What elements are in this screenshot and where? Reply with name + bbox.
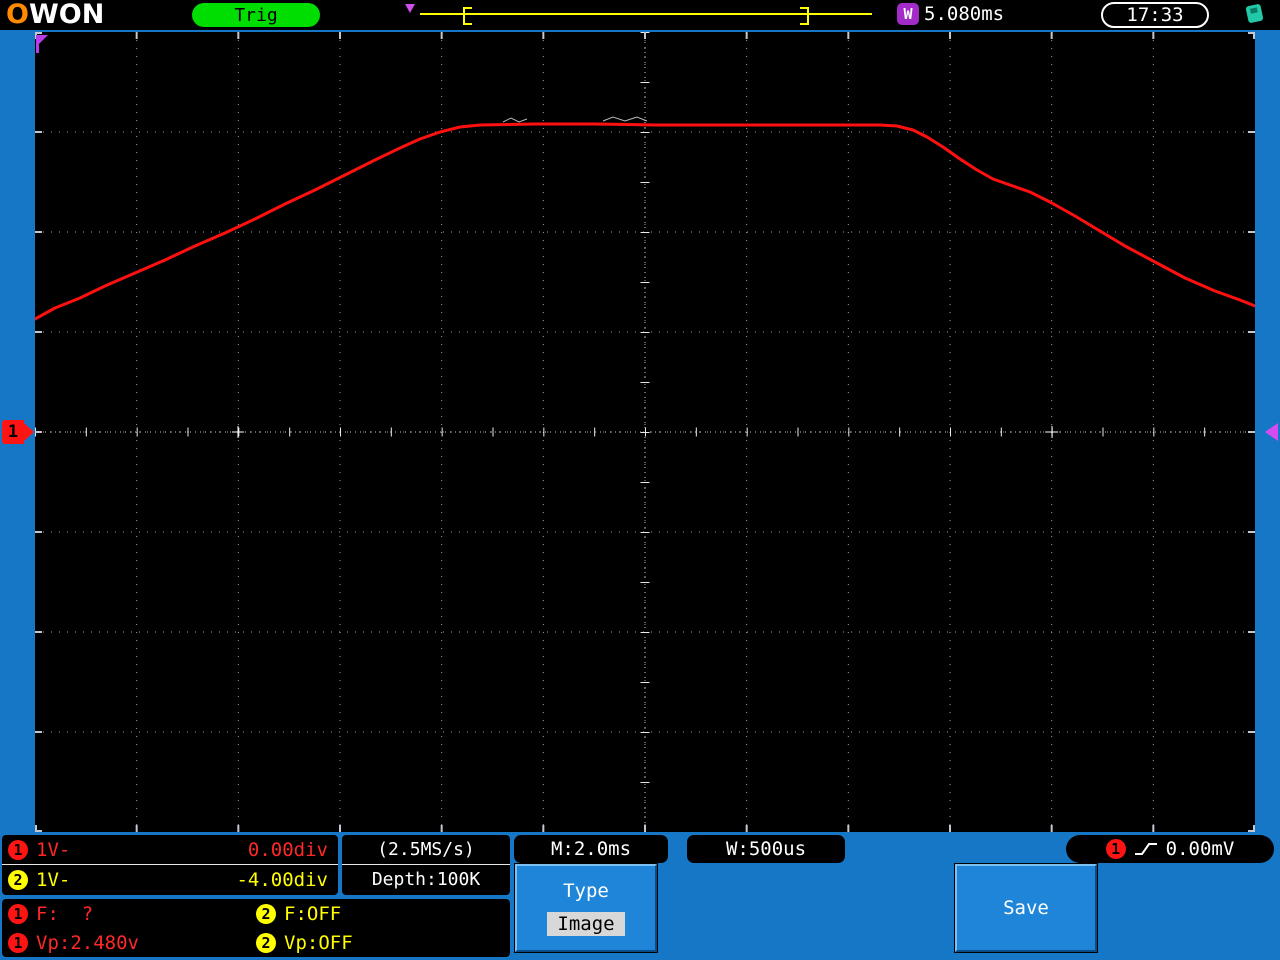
ch2-frequency-value: F:OFF [284,902,342,925]
window-timebase-icon: W [897,3,919,25]
trigger-level-value: 0.00mV [1165,838,1235,860]
trigger-settings-readout: 1 0.00mV [1066,835,1274,863]
save-button[interactable]: Save [955,864,1097,952]
ch2-badge: 2 [8,869,28,890]
waveform-display-area [33,32,1257,832]
horizontal-position-value: 5.080ms [924,3,1005,25]
ch1-frequency-measurement: 1 F: ? [8,899,256,928]
ch1-settings-row: 1 1V- 0.00div [2,835,338,865]
rising-edge-icon [1134,843,1157,855]
ch1-badge: 1 [8,839,28,860]
trigger-level-marker-icon [1265,423,1278,441]
type-button[interactable]: Type Image [515,864,657,952]
graticule-svg [33,32,1257,832]
trigger-position-marker-icon [405,4,415,13]
acquisition-panel: (2.5MS/s) Depth:100K [342,835,510,895]
ch1-marker-number: 1 [7,422,19,442]
window-bracket-left-icon [463,7,472,25]
ch2-settings-row: 2 1V- -4.00div [2,865,338,894]
trigger-source-badge: 1 [1105,839,1126,859]
owon-logo: OWON [6,0,104,30]
logo-letters-won: WON [28,0,105,30]
ch2-position: -4.00div [236,868,328,891]
logo-letter-o: O [6,0,29,30]
ch1-vpp-measurement: 1 Vp:2.480v [8,928,256,957]
clock: 17:33 [1101,2,1209,28]
ch1-measure-badge: 1 [8,903,28,924]
horizontal-position-readout: W 5.080ms [897,3,1004,25]
ch2-measure-badge: 2 [256,903,276,924]
channel-settings-panel: 1 1V- 0.00div 2 1V- -4.00div [2,835,338,895]
trig-status-pill: Trig [192,3,320,27]
ch1-ground-level-marker: 1 [2,420,34,444]
ch2-vpp-value: Vp:OFF [284,931,353,954]
ch2-frequency-measurement: 2 F:OFF [256,899,504,928]
type-button-value: Image [547,912,625,936]
ch1-scale: 1V- [36,838,71,861]
ch1-vpp-value: Vp:2.480v [36,931,139,954]
ch1-vpp-badge: 1 [8,932,28,953]
window-bracket-right-icon [800,7,809,25]
ch1-frequency-value: F: ? [36,902,94,925]
ch2-scale: 1V- [36,868,71,891]
ch1-position: 0.00div [247,838,328,861]
window-timebase-readout: W:500us [687,835,845,863]
type-button-label: Type [563,880,609,902]
record-depth: Depth:100K [371,869,481,890]
trigger-offscreen-marker-icon [36,35,48,53]
usb-storage-icon [1245,3,1264,24]
ch2-vpp-badge: 2 [256,932,276,953]
measurements-panel: 1 F: ? 2 F:OFF 1 Vp:2.480v 2 Vp:OFF [2,899,510,957]
ch2-vpp-measurement: 2 Vp:OFF [256,928,504,957]
sample-rate: (2.5MS/s) [342,835,510,865]
main-timebase-readout: M:2.0ms [514,835,668,863]
top-bar: OWON Trig W 5.080ms 17:33 [0,0,1280,30]
